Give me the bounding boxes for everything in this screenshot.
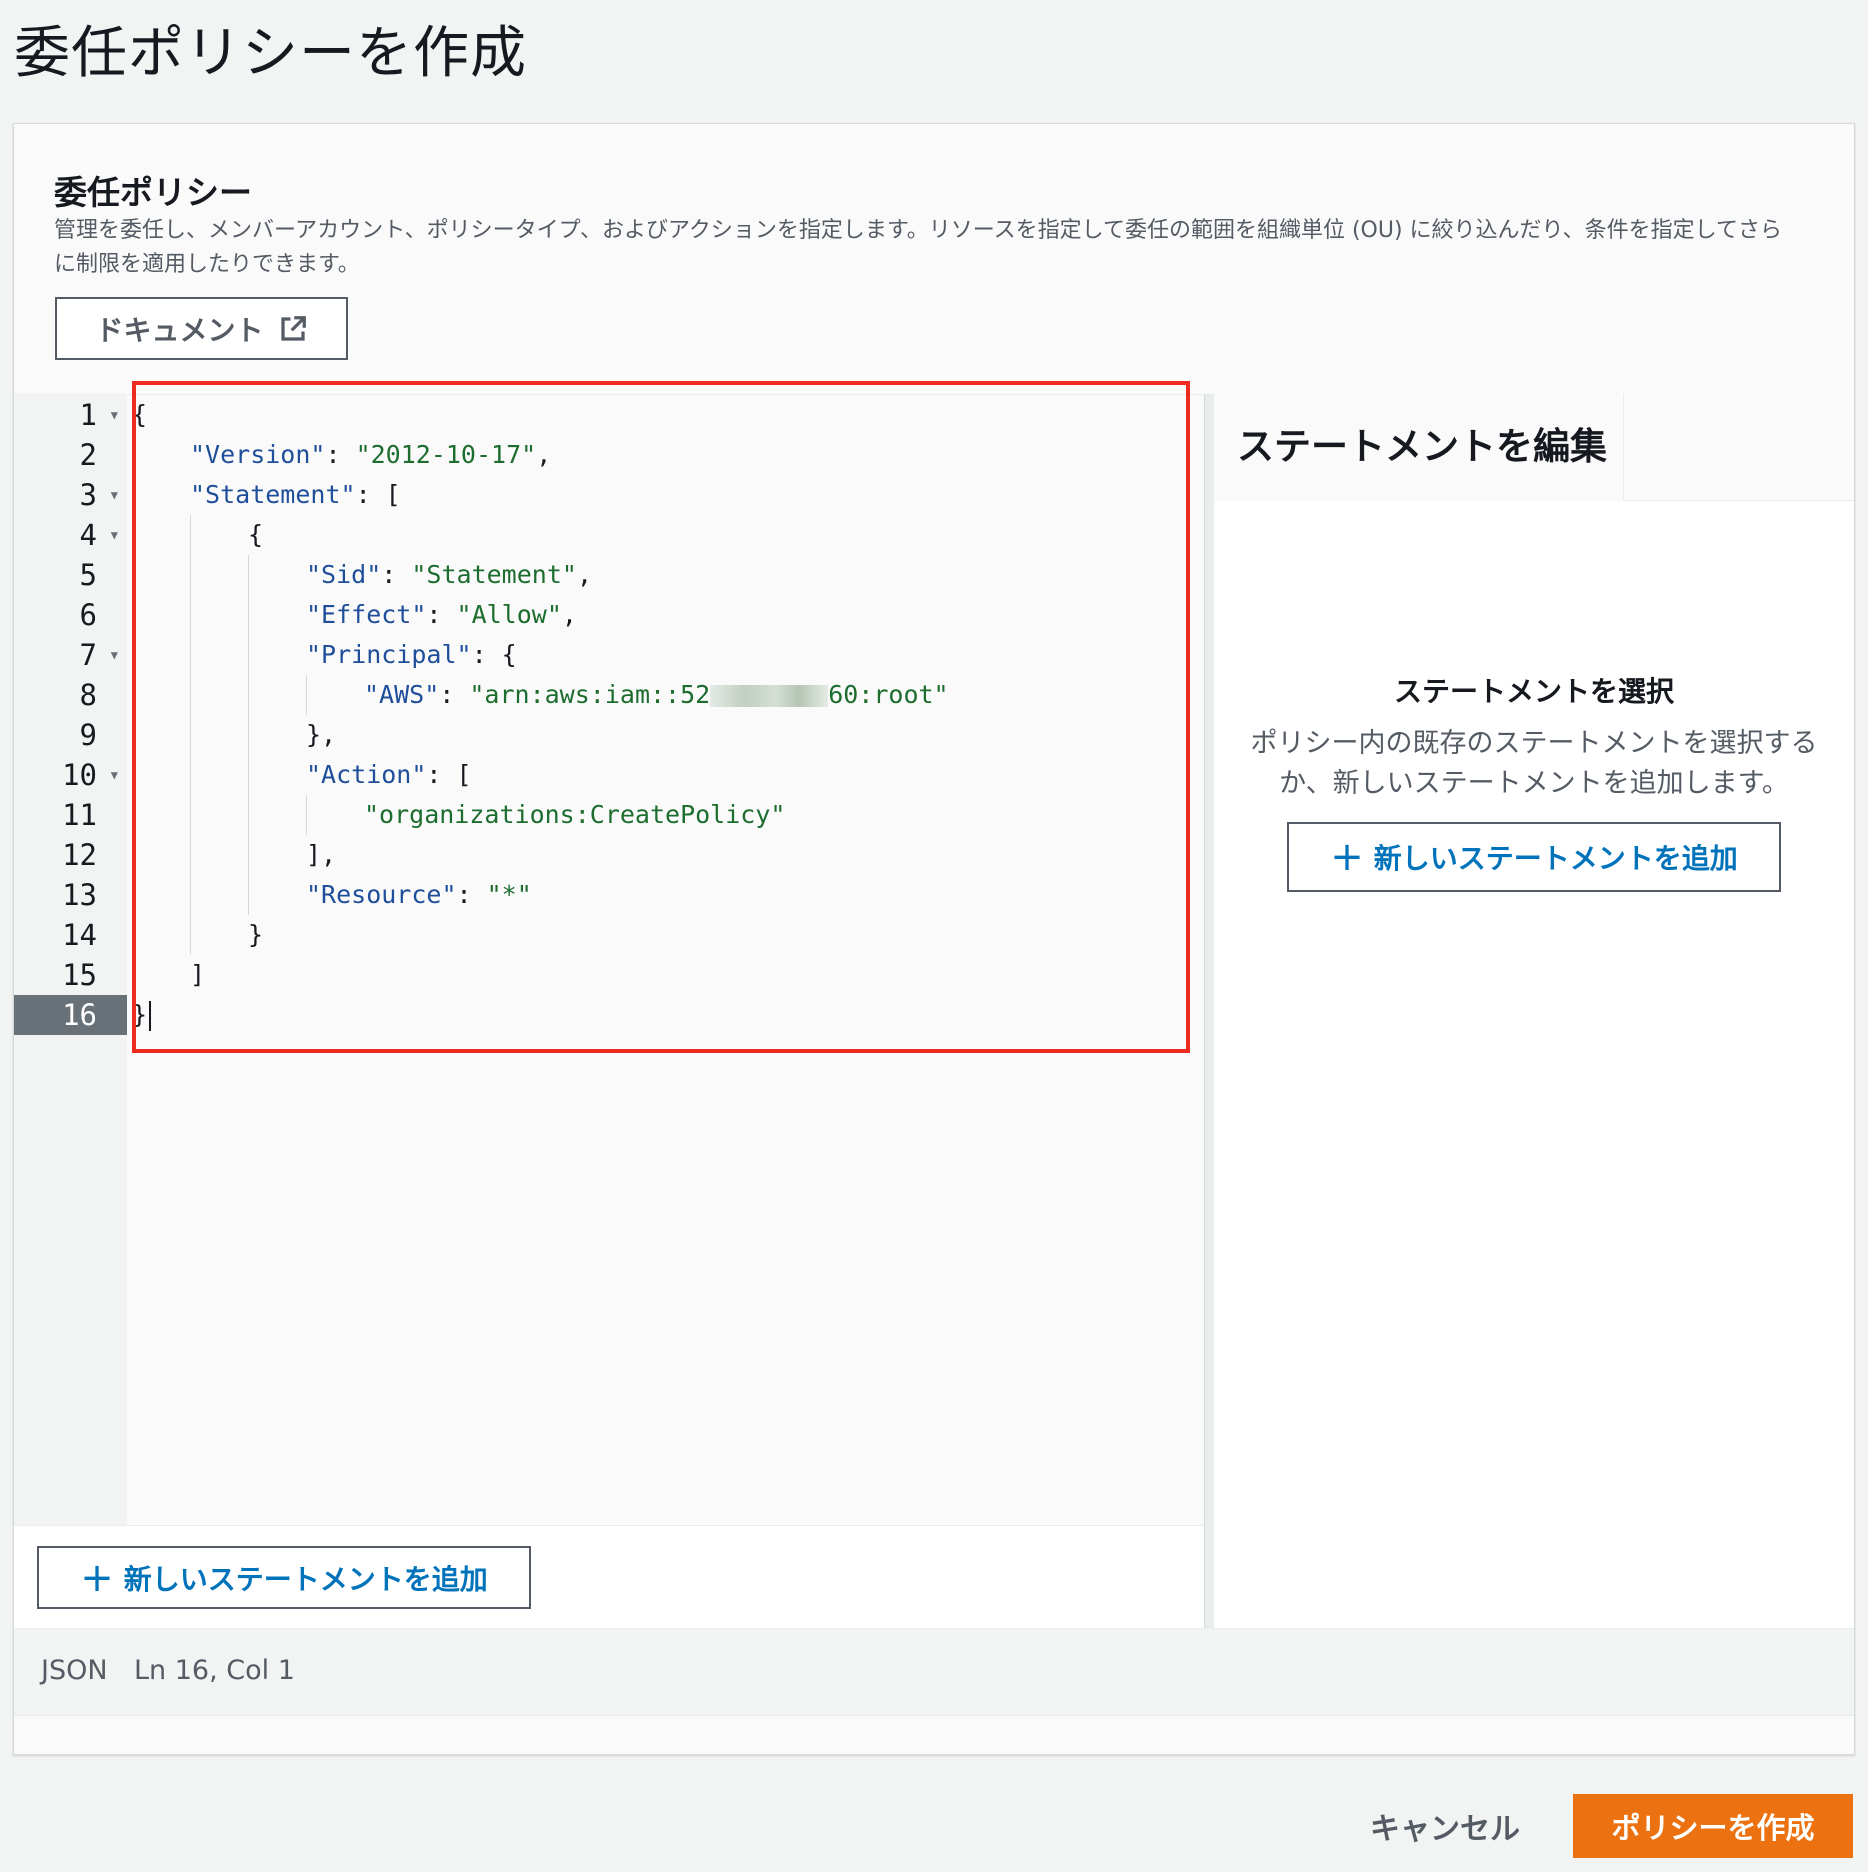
code-line: "organizations:CreatePolicy" (364, 800, 786, 829)
line-number: 1 ▼ (14, 395, 127, 435)
code-line: ], (306, 840, 337, 869)
code-line: "Version": "2012-10-17", (190, 440, 552, 469)
create-policy-button[interactable]: ポリシーを作成 (1573, 1794, 1853, 1858)
indent-guide (306, 675, 307, 715)
delegation-policy-panel: 委任ポリシー 管理を委任し、メンバーアカウント、ポリシータイプ、およびアクション… (13, 123, 1855, 1755)
line-number: 6 (79, 598, 97, 632)
line-number-gutter: 1 ▼ 2 3 ▼ 4 ▼ 5 6 7 ▼ 8 9 10 ▼ 11 12 13 14 15… (14, 395, 127, 1525)
code-line: "Effect": "Allow", (306, 600, 577, 629)
line-number: 11 (62, 798, 97, 832)
line-number: 5 (79, 558, 97, 592)
line-number: 8 (79, 678, 97, 712)
add-statement-side-button[interactable]: + 新しいステートメントを追加 (1287, 822, 1781, 892)
add-statement-button[interactable]: + 新しいステートメントを追加 (37, 1546, 531, 1609)
code-line: "Principal": { (306, 640, 517, 669)
code-line: "Resource": "*" (306, 880, 532, 909)
line-number: 12 (62, 838, 97, 872)
fold-arrow-icon[interactable]: ▼ (111, 515, 118, 555)
code-line: "Sid": "Statement", (306, 560, 593, 589)
statement-side-panel: ステートメントを編集 ステートメントを選択 ポリシー内の既存のステートメントを選… (1214, 394, 1854, 1628)
code-content[interactable]: { "Version": "2012-10-17", "Statement": … (132, 395, 1192, 1525)
indent-guide (248, 555, 249, 915)
status-language: JSON (41, 1655, 108, 1686)
line-number: 3 ▼ (14, 475, 127, 515)
fold-arrow-icon[interactable]: ▼ (111, 755, 118, 795)
add-statement-side-label: 新しいステートメントを追加 (1373, 842, 1738, 875)
line-number-active: 16 (14, 995, 127, 1035)
line-number: 9 (79, 718, 97, 752)
code-line: }, (306, 720, 337, 749)
redacted-account-id (710, 685, 829, 707)
plus-icon: + (80, 1554, 114, 1601)
code-line: } (248, 920, 264, 949)
add-statement-label: 新しいステートメントを追加 (123, 1562, 488, 1596)
line-number: 10 ▼ (14, 755, 127, 795)
text-cursor (149, 1001, 152, 1031)
indent-guide (306, 795, 307, 835)
code-line: ] (190, 960, 206, 989)
fold-arrow-icon[interactable]: ▼ (111, 635, 118, 675)
plus-icon: + (1330, 834, 1364, 880)
select-statement-description: ポリシー内の既存のステートメントを選択するか、新しいステートメントを追加します。 (1250, 728, 1818, 799)
code-line: { (248, 520, 264, 549)
line-number: 7 ▼ (14, 635, 127, 675)
line-number: 14 (62, 918, 97, 952)
line-number: 13 (62, 878, 97, 912)
documentation-button[interactable]: ドキュメント (55, 297, 348, 360)
status-cursor-position: Ln 16, Col 1 (134, 1655, 295, 1686)
documentation-button-label: ドキュメント (95, 313, 264, 347)
indent-guide (190, 515, 191, 955)
code-line: "Statement": [ (190, 480, 401, 509)
fold-arrow-icon[interactable]: ▼ (111, 475, 118, 515)
line-number: 4 ▼ (14, 515, 127, 555)
panel-description: 管理を委任し、メンバーアカウント、ポリシータイプ、およびアクションを指定します。… (54, 218, 1782, 277)
external-link-icon (280, 315, 306, 341)
editor-status-bar: JSON Ln 16, Col 1 (14, 1628, 1854, 1716)
code-line: { (132, 400, 148, 429)
cancel-button[interactable]: キャンセル (1370, 1804, 1520, 1848)
select-statement-heading: ステートメントを選択 (1393, 675, 1674, 708)
json-editor[interactable]: 1 ▼ 2 3 ▼ 4 ▼ 5 6 7 ▼ 8 9 10 ▼ 11 12 13 14 15… (14, 381, 1204, 1629)
panel-heading: 委任ポリシー (54, 173, 252, 212)
page-title: 委任ポリシーを作成 (14, 21, 527, 86)
line-number: 15 (62, 958, 97, 992)
code-line: "Action": [ (306, 760, 472, 789)
tab-edit-statement-label: ステートメントを編集 (1237, 425, 1607, 468)
code-line: } (132, 995, 152, 1035)
code-line: "AWS": "arn:aws:iam::52 60:root" (364, 680, 949, 709)
tab-bar-filler (1624, 394, 1854, 501)
editor-footer: + 新しいステートメントを追加 (14, 1525, 1204, 1629)
fold-arrow-icon[interactable]: ▼ (111, 395, 118, 435)
line-number: 2 (79, 438, 97, 472)
tab-edit-statement[interactable]: ステートメントを編集 (1214, 394, 1624, 501)
panel-resize-handle[interactable] (1204, 394, 1214, 1628)
